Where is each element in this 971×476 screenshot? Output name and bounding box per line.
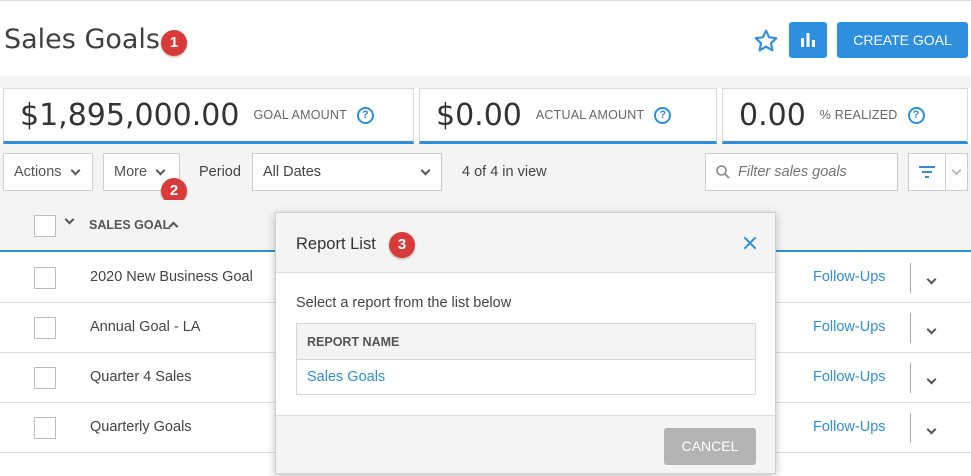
follow-ups-link[interactable]: Follow-Ups (813, 269, 886, 285)
help-icon[interactable]: ? (907, 106, 925, 124)
kpi-label: GOAL AMOUNT (253, 108, 347, 122)
kpi-label: ACTUAL AMOUNT (535, 108, 645, 122)
chevron-down-icon (926, 424, 937, 435)
row-divider (910, 413, 911, 443)
chevron-down-icon (155, 165, 166, 175)
dialog-header: Report List 3 (276, 213, 775, 273)
header-separator (0, 76, 971, 88)
row-name[interactable]: Quarter 4 Sales (90, 369, 192, 385)
bar-chart-icon (801, 33, 815, 47)
row-checkbox[interactable] (34, 367, 56, 389)
kpi-value: $0.00 (436, 97, 522, 133)
reports-button[interactable] (789, 22, 827, 58)
actions-label: Actions (14, 164, 62, 180)
close-icon[interactable] (742, 235, 758, 251)
follow-ups-link[interactable]: Follow-Ups (813, 369, 886, 385)
report-list-dialog: Report List 3 Select a report from the l… (275, 212, 776, 474)
more-label: More (114, 164, 148, 180)
follow-ups-link[interactable]: Follow-Ups (813, 419, 886, 435)
row-checkbox[interactable] (34, 417, 56, 439)
kpi-goal-amount: $1,895,000.00 GOAL AMOUNT ? (3, 88, 414, 144)
chevron-down-icon (926, 324, 937, 335)
column-header-report-name: REPORT NAME (297, 324, 755, 360)
row-divider (910, 363, 911, 393)
favorite-button[interactable] (750, 26, 782, 56)
row-menu-button[interactable] (926, 270, 937, 288)
row-checkbox[interactable] (34, 317, 56, 339)
period-select[interactable]: All Dates (252, 153, 442, 191)
row-menu-button[interactable] (926, 370, 937, 388)
help-icon[interactable]: ? (356, 106, 374, 124)
row-name[interactable]: Quarterly Goals (90, 419, 192, 435)
cancel-button[interactable]: CANCEL (664, 428, 756, 465)
annotation-badge-1: 1 (161, 30, 187, 56)
row-divider (910, 263, 911, 293)
period-label: Period (199, 164, 241, 180)
filter-icon (919, 166, 935, 178)
row-menu-button[interactable] (926, 320, 937, 338)
row-divider (910, 313, 911, 343)
row-menu-button[interactable] (926, 420, 937, 438)
column-header-sales-goal[interactable]: SALES GOAL (89, 218, 170, 232)
report-table: REPORT NAME Sales Goals (296, 323, 756, 395)
kpi-value: 0.00 (739, 97, 806, 133)
dialog-title: Report List (296, 235, 376, 253)
period-value: All Dates (263, 164, 322, 180)
toolbar: Actions More Period All Dates 4 of 4 in … (0, 144, 971, 200)
row-checkbox[interactable] (34, 267, 56, 289)
kpi-percent-realized: 0.00 % REALIZED ? (722, 88, 968, 144)
page-title: Sales Goals (4, 24, 161, 55)
row-name[interactable]: 2020 New Business Goal (90, 269, 253, 285)
kpi-value: $1,895,000.00 (20, 97, 240, 133)
filter-button[interactable] (908, 153, 946, 191)
chevron-down-icon (926, 274, 937, 285)
chevron-down-icon (420, 165, 431, 175)
annotation-badge-3: 3 (389, 232, 415, 258)
chevron-down-icon (951, 165, 962, 175)
filter-input[interactable] (738, 164, 888, 180)
chevron-down-icon[interactable] (64, 214, 75, 225)
help-icon[interactable]: ? (654, 106, 672, 124)
actions-dropdown[interactable]: Actions (3, 153, 93, 191)
kpi-label: % REALIZED (819, 108, 898, 122)
top-border (0, 0, 971, 3)
dialog-description: Select a report from the list below (296, 295, 512, 311)
star-icon (754, 29, 778, 52)
create-goal-button[interactable]: CREATE GOAL (837, 22, 968, 58)
row-name[interactable]: Annual Goal - LA (90, 319, 200, 335)
report-link-sales-goals[interactable]: Sales Goals (297, 360, 755, 394)
dialog-footer: CANCEL (276, 415, 775, 473)
search-icon (716, 165, 730, 179)
filter-field[interactable] (705, 153, 898, 191)
kpi-actual-amount: $0.00 ACTUAL AMOUNT ? (419, 88, 717, 144)
follow-ups-link[interactable]: Follow-Ups (813, 319, 886, 335)
select-all-checkbox[interactable] (34, 215, 56, 237)
view-count: 4 of 4 in view (462, 164, 547, 180)
chevron-down-icon (70, 165, 81, 175)
chevron-down-icon (926, 374, 937, 385)
filter-options-dropdown[interactable] (946, 153, 968, 191)
